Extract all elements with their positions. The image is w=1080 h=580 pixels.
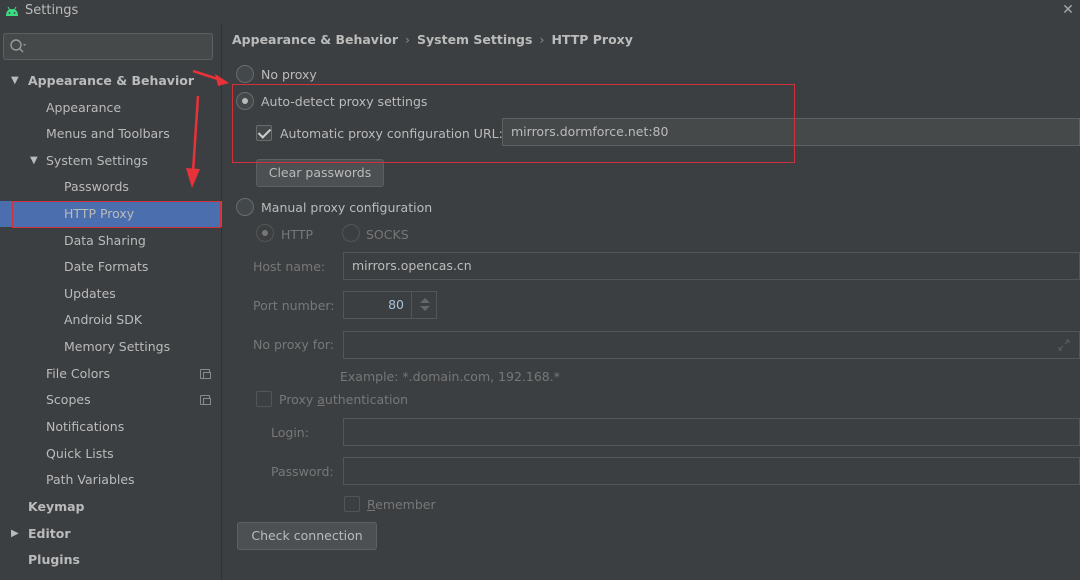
sidebar-item-label: HTTP Proxy [64, 206, 135, 221]
sidebar-item-label: Passwords [64, 179, 129, 194]
remember-checkbox[interactable] [344, 496, 360, 512]
sidebar-item-label: Android SDK [64, 312, 143, 327]
breadcrumb: Appearance & Behavior › System Settings › HT… [232, 32, 633, 47]
settings-sidebar: ▼ Appearance & Behavior Appearance Menus… [0, 24, 222, 580]
project-level-icon [200, 395, 211, 405]
label-part: Proxy [279, 392, 318, 407]
port-number-stepper[interactable]: 80 [343, 291, 437, 319]
sidebar-item-quick-lists[interactable]: Quick Lists [0, 441, 222, 467]
port-number-value: 80 [388, 297, 404, 312]
increment-arrow-icon[interactable] [420, 298, 430, 303]
sidebar-item-system-settings[interactable]: ▼ System Settings [0, 148, 222, 174]
sidebar-item-label: Data Sharing [64, 233, 146, 248]
auto-detect-label: Auto-detect proxy settings [261, 94, 428, 109]
sidebar-item-file-colors[interactable]: File Colors [0, 361, 222, 387]
socks-label: SOCKS [366, 227, 409, 242]
sidebar-item-label: Appearance & Behavior [28, 73, 194, 88]
http-proxy-panel: Appearance & Behavior › System Settings › HT… [223, 24, 1080, 580]
search-icon [10, 39, 26, 53]
sidebar-item-label: Keymap [28, 499, 85, 514]
breadcrumb-item: System Settings [417, 32, 533, 47]
window-title: Settings [25, 3, 79, 18]
password-label: Password: [271, 464, 334, 479]
sidebar-item-editor[interactable]: ▶ Editor [0, 521, 222, 547]
sidebar-item-menus-toolbars[interactable]: Menus and Toolbars [0, 121, 222, 147]
title-bar: Settings ✕ [0, 0, 1080, 24]
manual-proxy-radio[interactable] [236, 198, 254, 216]
host-name-input[interactable]: mirrors.opencas.cn [343, 252, 1080, 280]
sidebar-item-memory-settings[interactable]: Memory Settings [0, 334, 222, 360]
auto-detect-radio[interactable] [236, 92, 254, 110]
sidebar-item-label: Editor [28, 526, 71, 541]
spinner-arrows[interactable] [411, 292, 436, 318]
host-name-label: Host name: [253, 259, 326, 274]
decrement-arrow-icon[interactable] [420, 306, 430, 311]
no-proxy-label: No proxy [261, 67, 317, 82]
sidebar-item-label: Updates [64, 286, 116, 301]
sidebar-item-label: Memory Settings [64, 339, 171, 354]
sidebar-item-path-variables[interactable]: Path Variables [0, 467, 222, 493]
sidebar-item-android-sdk[interactable]: Android SDK [0, 307, 222, 333]
login-label: Login: [271, 425, 309, 440]
label-part: uthentication [324, 392, 409, 407]
collapse-arrow-icon[interactable]: ▶ [11, 521, 19, 547]
sidebar-item-label: Notifications [46, 419, 125, 434]
sidebar-item-label: File Colors [46, 366, 111, 381]
sidebar-item-passwords[interactable]: Passwords [0, 174, 222, 200]
socks-radio[interactable] [342, 224, 360, 242]
sidebar-item-http-proxy[interactable]: HTTP Proxy [0, 201, 222, 227]
password-input[interactable] [343, 457, 1080, 485]
sidebar-item-appearance[interactable]: Appearance [0, 95, 222, 121]
sidebar-item-label: Appearance [46, 100, 122, 115]
project-level-icon [200, 369, 211, 379]
auto-config-url-value: mirrors.dormforce.net:80 [511, 124, 669, 139]
sidebar-item-date-formats[interactable]: Date Formats [0, 254, 222, 280]
no-proxy-radio[interactable] [236, 65, 254, 83]
breadcrumb-separator-icon: › [405, 32, 410, 47]
manual-proxy-label: Manual proxy configuration [261, 200, 433, 215]
search-input[interactable] [3, 33, 213, 60]
sidebar-item-label: Scopes [46, 392, 91, 407]
breadcrumb-item: Appearance & Behavior [232, 32, 398, 47]
auto-config-url-input[interactable]: mirrors.dormforce.net:80 [502, 118, 1080, 146]
close-icon[interactable]: ✕ [1060, 1, 1076, 19]
label-part: emember [375, 497, 436, 512]
host-name-value: mirrors.opencas.cn [352, 258, 472, 273]
no-proxy-for-label: No proxy for: [253, 337, 334, 352]
expand-icon[interactable] [1057, 338, 1071, 352]
sidebar-item-appearance-behavior[interactable]: ▼ Appearance & Behavior [0, 68, 222, 94]
expand-arrow-icon[interactable]: ▼ [30, 148, 38, 174]
check-connection-button[interactable]: Check connection [237, 522, 377, 550]
breadcrumb-item: HTTP Proxy [551, 32, 633, 47]
auto-config-url-label: Automatic proxy configuration URL: [280, 126, 503, 141]
sidebar-item-updates[interactable]: Updates [0, 281, 222, 307]
port-number-label: Port number: [253, 298, 335, 313]
sidebar-item-data-sharing[interactable]: Data Sharing [0, 228, 222, 254]
sidebar-item-notifications[interactable]: Notifications [0, 414, 222, 440]
sidebar-item-label: Path Variables [46, 472, 135, 487]
sidebar-item-label: Plugins [28, 552, 80, 567]
sidebar-item-label: Menus and Toolbars [46, 126, 170, 141]
clear-passwords-button[interactable]: Clear passwords [256, 159, 384, 187]
login-input[interactable] [343, 418, 1080, 446]
sidebar-item-label: Quick Lists [46, 446, 114, 461]
expand-arrow-icon[interactable]: ▼ [11, 68, 19, 94]
sidebar-item-scopes[interactable]: Scopes [0, 387, 222, 413]
breadcrumb-separator-icon: › [539, 32, 545, 47]
auto-config-url-checkbox[interactable] [256, 125, 272, 141]
no-proxy-example-text: Example: *.domain.com, 192.168.* [340, 369, 560, 384]
proxy-authentication-label: Proxy authentication [279, 392, 408, 407]
sidebar-item-label: System Settings [46, 153, 148, 168]
android-icon [6, 6, 18, 16]
mnemonic-char: R [367, 497, 376, 512]
sidebar-item-plugins[interactable]: Plugins [0, 547, 222, 573]
http-radio[interactable] [256, 224, 274, 242]
sidebar-item-keymap[interactable]: Keymap [0, 494, 222, 520]
http-label: HTTP [281, 227, 313, 242]
mnemonic-char: a [317, 392, 325, 407]
proxy-authentication-checkbox[interactable] [256, 391, 272, 407]
no-proxy-for-input[interactable] [343, 331, 1080, 359]
remember-label: Remember [367, 497, 436, 512]
sidebar-item-label: Date Formats [64, 259, 149, 274]
